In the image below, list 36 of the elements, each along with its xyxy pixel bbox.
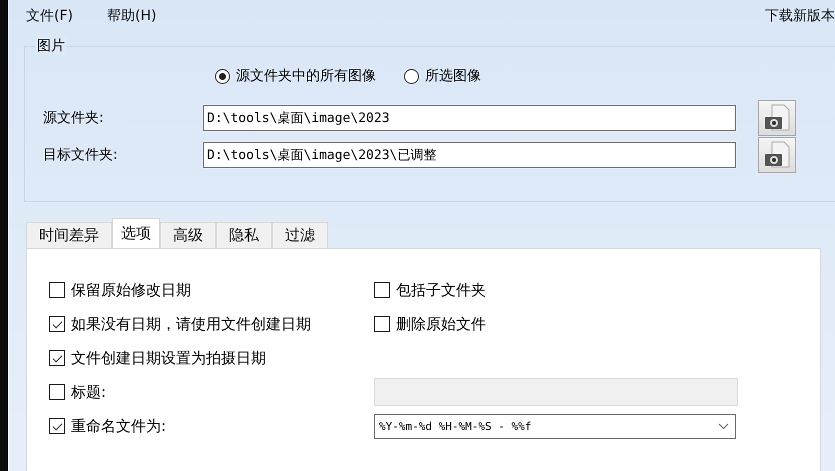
field-label: 目标文件夹: bbox=[42, 146, 119, 164]
checkbox-label: 包括子文件夹 bbox=[396, 280, 486, 300]
checkbox-label: 标题: bbox=[71, 382, 106, 402]
checkbox[interactable] bbox=[374, 282, 390, 298]
checkbox-label: 重命名文件为: bbox=[71, 416, 166, 436]
checkbox[interactable] bbox=[49, 282, 65, 298]
tab[interactable]: 时间差异 bbox=[26, 222, 112, 248]
camera-folder-icon bbox=[764, 140, 790, 168]
folder-path-field[interactable]: D:\tools\桌面\image\2023\已调整 bbox=[203, 142, 736, 168]
checkbox[interactable] bbox=[49, 418, 65, 434]
browse-button[interactable] bbox=[758, 100, 796, 136]
checkbox-label: 文件创建日期设置为拍摄日期 bbox=[71, 348, 266, 368]
tab[interactable]: 过滤 bbox=[272, 222, 328, 248]
camera-folder-icon bbox=[764, 104, 790, 132]
checkbox[interactable] bbox=[49, 316, 65, 332]
checkbox-label: 删除原始文件 bbox=[396, 314, 486, 334]
rename-pattern-dropdown[interactable]: %Y-%m-%d %H-%M-%S - %%f bbox=[374, 414, 736, 438]
menu-item[interactable]: 文件(F) bbox=[26, 7, 73, 25]
radio-button[interactable] bbox=[404, 68, 419, 84]
checkbox[interactable] bbox=[49, 350, 65, 366]
tab[interactable]: 高级 bbox=[160, 222, 216, 248]
download-link[interactable]: 下载新版本 bbox=[765, 7, 835, 25]
chevron-down-icon bbox=[718, 422, 729, 430]
folder-path-field[interactable]: D:\tools\桌面\image\2023 bbox=[203, 104, 736, 130]
checkbox[interactable] bbox=[374, 316, 390, 332]
checkbox-label: 如果没有日期，请使用文件创建日期 bbox=[71, 314, 311, 334]
browse-button[interactable] bbox=[758, 136, 796, 172]
checkbox-label: 保留原始修改日期 bbox=[71, 280, 191, 300]
radio-label: 所选图像 bbox=[425, 67, 481, 85]
group-title: 图片 bbox=[35, 37, 67, 55]
menu-item[interactable]: 帮助(H) bbox=[106, 7, 156, 25]
tab[interactable]: 选项 bbox=[112, 218, 160, 248]
tab[interactable]: 隐私 bbox=[216, 222, 272, 248]
radio-button[interactable] bbox=[215, 68, 230, 84]
radio-label: 源文件夹中的所有图像 bbox=[236, 67, 376, 85]
field-label: 源文件夹: bbox=[42, 108, 105, 126]
